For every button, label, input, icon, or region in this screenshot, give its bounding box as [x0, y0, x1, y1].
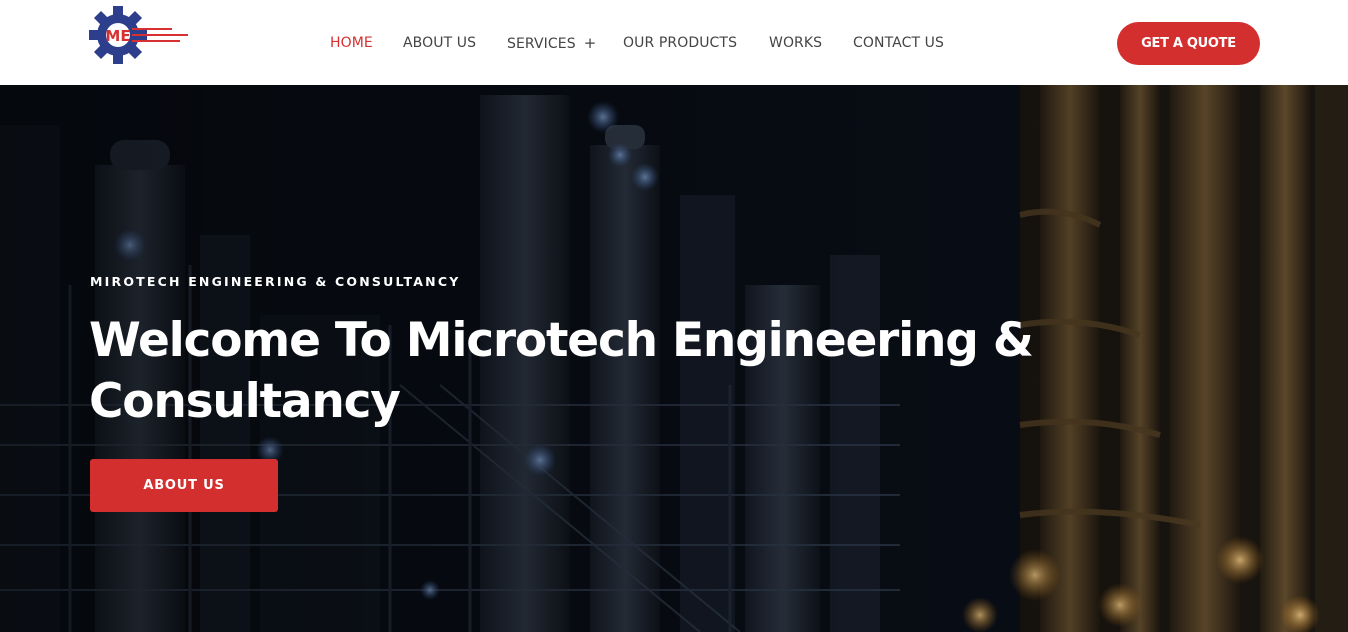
nav-services-label: SERVICES [507, 36, 576, 52]
nav-contact-us[interactable]: CONTACT US [853, 33, 944, 53]
hero-section: MIROTECH ENGINEERING & CONSULTANCY Welco… [0, 85, 1348, 632]
nav-our-products[interactable]: OUR PRODUCTS [623, 33, 737, 53]
nav-about-us[interactable]: ABOUT US [403, 33, 476, 53]
nav-home[interactable]: HOME [330, 33, 373, 53]
about-us-button[interactable]: ABOUT US [90, 459, 278, 512]
nav-works[interactable]: WORKS [769, 33, 822, 53]
get-a-quote-button[interactable]: GET A QUOTE [1117, 22, 1260, 65]
site-header: ME HOME ABOUT US SERVICES + OUR PRODUCTS … [0, 0, 1348, 85]
hero-eyebrow: MIROTECH ENGINEERING & CONSULTANCY [90, 274, 461, 289]
nav-services[interactable]: SERVICES + [507, 33, 596, 53]
hero-title: Welcome To Microtech Engineering & Consu… [89, 310, 1089, 432]
hero-title-line1: Welcome To Microtech Engineering & [89, 313, 1034, 368]
plus-icon: + [583, 34, 597, 52]
hero-title-line2: Consultancy [89, 374, 401, 429]
